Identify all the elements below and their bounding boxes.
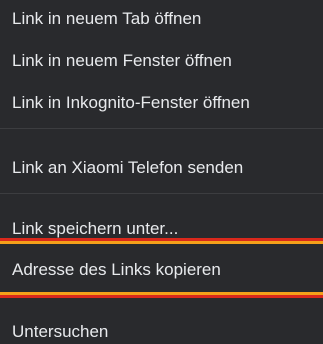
menu-item-open-in-incognito[interactable]: Link in Inkognito-Fenster öffnen xyxy=(0,88,323,118)
menu-item-label: Link speichern unter... xyxy=(12,219,179,238)
menu-item-label: Link in neuem Fenster öffnen xyxy=(12,51,232,70)
highlight-border-bottom-red xyxy=(0,295,323,298)
menu-divider xyxy=(0,193,323,194)
menu-item-label: Link in neuem Tab öffnen xyxy=(12,9,202,28)
menu-item-copy-link-address[interactable]: Adresse des Links kopieren xyxy=(0,255,323,285)
menu-divider xyxy=(0,128,323,129)
highlight-border-top-orange xyxy=(0,241,323,244)
menu-item-open-in-new-tab[interactable]: Link in neuem Tab öffnen xyxy=(0,4,323,34)
menu-item-label: Adresse des Links kopieren xyxy=(12,260,221,279)
menu-item-label: Link in Inkognito-Fenster öffnen xyxy=(12,93,250,112)
menu-item-open-in-new-window[interactable]: Link in neuem Fenster öffnen xyxy=(0,46,323,76)
context-menu: Link in neuem Tab öffnen Link in neuem F… xyxy=(0,0,323,344)
menu-item-inspect[interactable]: Untersuchen xyxy=(0,317,323,344)
menu-item-send-to-device[interactable]: Link an Xiaomi Telefon senden xyxy=(0,153,323,183)
menu-item-label: Untersuchen xyxy=(12,322,109,341)
menu-item-label: Link an Xiaomi Telefon senden xyxy=(12,158,244,177)
